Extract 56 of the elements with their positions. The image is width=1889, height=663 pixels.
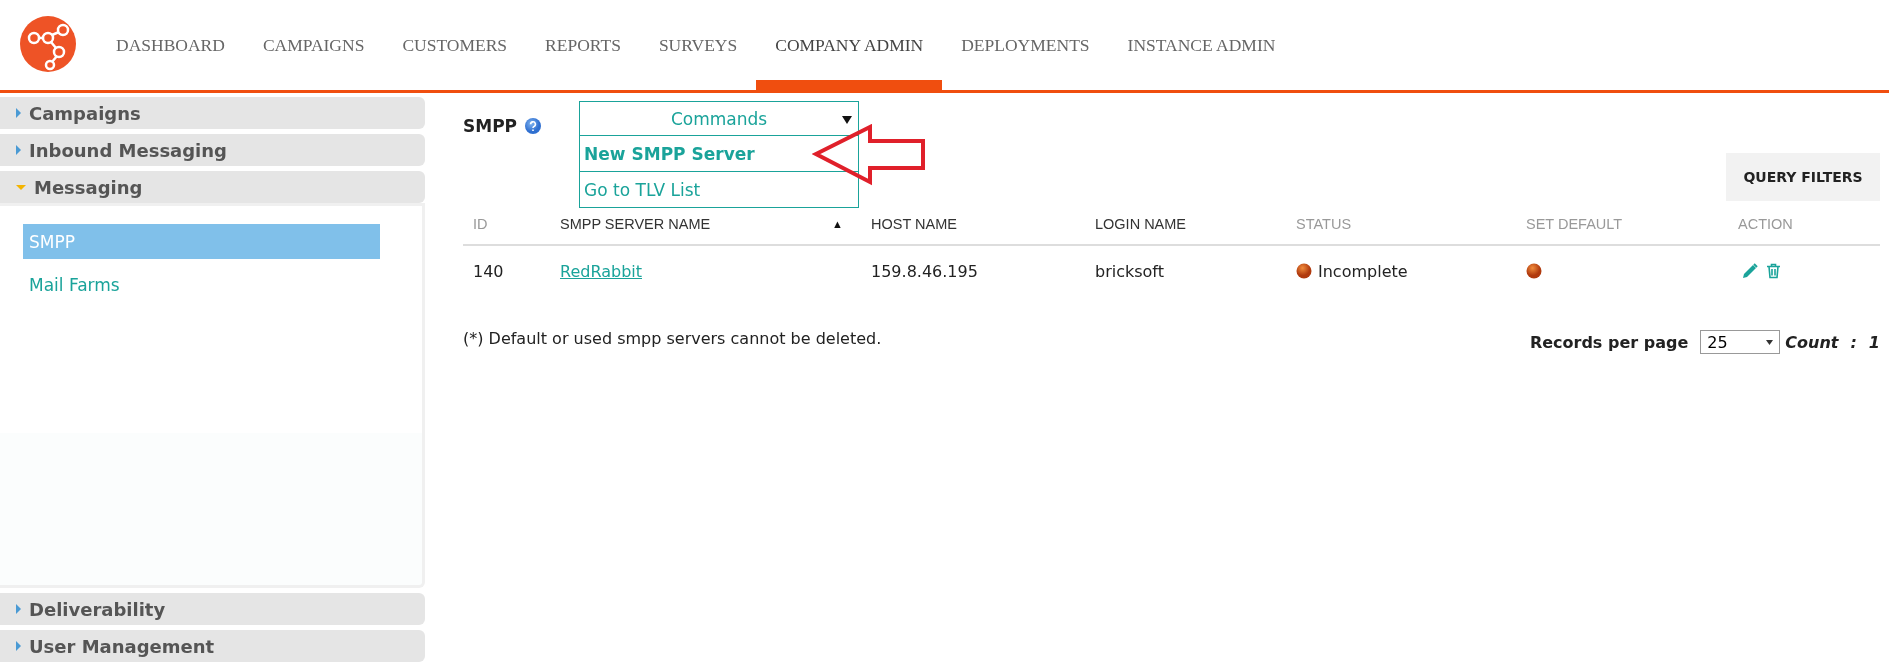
sidebar-item[interactable]: Mail Farms xyxy=(23,267,380,302)
table-cell-text: bricksoft xyxy=(1094,261,1165,281)
pencil-icon xyxy=(1742,263,1758,279)
caret-down-icon xyxy=(842,116,853,124)
sort-indicator[interactable]: ▲ xyxy=(832,218,843,230)
column-header: SET DEFAULT xyxy=(1526,216,1623,232)
count-separator: : xyxy=(1850,332,1857,352)
expanded-caret-icon xyxy=(16,184,26,190)
collapsed-caret-icon xyxy=(16,641,21,651)
records-per-page-label: Records per page xyxy=(1529,332,1689,352)
nav-tab[interactable]: SURVEYS xyxy=(639,0,757,90)
collapsed-caret-icon xyxy=(16,145,21,155)
count-value: 1 xyxy=(1868,332,1880,352)
help-icon xyxy=(525,118,542,134)
sidebar-section-header[interactable]: Inbound Messaging xyxy=(0,134,425,166)
nav-tab[interactable]: DASHBOARD xyxy=(97,0,244,90)
nav-tab[interactable]: REPORTS xyxy=(526,0,640,90)
column-header[interactable]: LOGIN NAME xyxy=(1095,216,1187,232)
dropdown-option[interactable]: New SMPP Server xyxy=(580,136,859,171)
table-cell-text: 159.8.46.195 xyxy=(870,261,979,281)
section-label: Inbound Messaging xyxy=(29,139,227,161)
nav-tab[interactable]: CAMPAIGNS xyxy=(243,0,384,90)
records-per-page-select[interactable]: 25 xyxy=(1700,330,1781,354)
status-dot-icon xyxy=(1296,263,1312,279)
dropdown-option[interactable]: Go to TLV List xyxy=(580,171,859,207)
column-header[interactable]: SMPP SERVER NAME xyxy=(560,216,711,232)
footnote-text: (*) Default or used smpp servers cannot be deleted. xyxy=(463,328,882,348)
nav-tab[interactable]: CUSTOMERS xyxy=(383,0,527,90)
commands-dropdown[interactable]: Commands xyxy=(580,102,859,136)
nav-tab[interactable]: DEPLOYMENTS xyxy=(942,0,1109,90)
column-header: ID xyxy=(473,216,488,232)
nav-tab[interactable]: INSTANCE ADMIN xyxy=(1108,0,1295,90)
count-label: Count xyxy=(1785,332,1839,352)
caret-down-icon xyxy=(1766,339,1774,345)
column-header[interactable]: HOST NAME xyxy=(871,216,957,232)
page-title: SMPP xyxy=(463,116,518,136)
query-filters-button[interactable]: QUERY FILTERS xyxy=(1726,153,1880,201)
sidebar-section-header[interactable]: User Management xyxy=(0,630,425,662)
section-label: Campaigns xyxy=(29,102,141,124)
collapsed-caret-icon xyxy=(16,604,21,614)
sidebar-section-header[interactable]: Messaging xyxy=(0,171,425,203)
trash-icon xyxy=(1766,263,1781,279)
column-header: ACTION xyxy=(1738,216,1793,232)
default-dot-icon xyxy=(1526,263,1542,279)
column-header: STATUS xyxy=(1296,216,1352,232)
section-label: Messaging xyxy=(34,176,143,198)
section-label: Deliverability xyxy=(29,598,166,620)
status-text: Incomplete xyxy=(1318,261,1408,281)
nav-tab[interactable]: COMPANY ADMIN xyxy=(756,0,943,90)
logo-icon xyxy=(20,16,76,72)
section-label: User Management xyxy=(29,635,215,657)
collapsed-caret-icon xyxy=(16,108,21,118)
sidebar-section-header[interactable]: Deliverability xyxy=(0,593,425,625)
sidebar-section-header[interactable]: Campaigns xyxy=(0,97,425,129)
server-name-link[interactable]: RedRabbit xyxy=(560,261,642,281)
table-cell-text: 140 xyxy=(472,261,505,281)
